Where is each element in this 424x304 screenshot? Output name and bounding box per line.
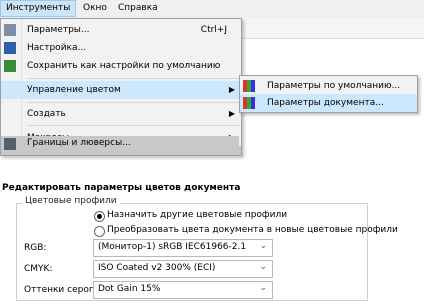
grayscale-profile-value: Dot Gain 15% — [98, 284, 161, 294]
radio-convert-colors[interactable] — [94, 226, 105, 237]
menu-item-label: Границы и люверсы... — [27, 138, 131, 148]
radio-assign-profiles[interactable] — [94, 211, 105, 222]
menubar: Инструменты Окно Справка — [0, 0, 424, 19]
grommets-icon — [4, 138, 16, 150]
menu-tools-label: Инструменты — [6, 3, 71, 13]
menu-item-label: Управление цветом — [27, 85, 121, 95]
submenu-item-default-settings[interactable]: Параметры по умолчанию... — [240, 77, 417, 95]
menu-separator — [27, 78, 239, 79]
shortcut-label: Ctrl+J — [200, 25, 227, 35]
color-management-submenu: Параметры по умолчанию... Параметры доку… — [239, 75, 418, 113]
radio-assign-label: Назначить другие цветовые профили — [107, 210, 288, 220]
rgb-label: RGB: — [24, 243, 47, 253]
menu-item-label: Параметры... — [27, 25, 90, 35]
menu-item-label: Сохранить как настройки по умолчанию — [27, 61, 221, 71]
menu-item-label: Создать — [27, 109, 66, 119]
options-icon — [4, 24, 16, 36]
menu-window[interactable]: Окно — [78, 0, 112, 17]
menu-item-customize[interactable]: Настройка... — [1, 39, 241, 57]
rgb-profile-select[interactable]: (Монитор-1) sRGB IEC61966-2.1 ⌄ — [93, 239, 273, 257]
rgb-profile-value: (Монитор-1) sRGB IEC61966-2.1 — [98, 242, 247, 252]
menu-item-label: Настройка... — [27, 43, 87, 53]
menu-item-create[interactable]: Создать ▶ — [1, 105, 241, 123]
customize-icon — [4, 42, 16, 54]
submenu-item-label: Параметры по умолчанию... — [267, 81, 401, 91]
menu-help[interactable]: Справка — [113, 0, 163, 17]
grayscale-profile-select[interactable]: Dot Gain 15% ⌄ — [93, 281, 273, 299]
group-label: Цветовые профили — [22, 196, 120, 206]
menu-item-save-defaults[interactable]: Сохранить как настройки по умолчанию — [1, 57, 241, 75]
menu-tools[interactable]: Инструменты — [0, 0, 77, 17]
radio-convert-label: Преобразовать цвета документа в новые цв… — [107, 225, 398, 235]
chevron-down-icon: ⌄ — [259, 241, 267, 251]
grayscale-label: Оттенки серого: — [24, 285, 103, 295]
palette-icon — [243, 80, 255, 92]
menu-item-color-management[interactable]: Управление цветом ▶ — [1, 81, 241, 99]
menu-separator — [27, 102, 239, 103]
menu-item-grommets-row[interactable]: Границы и люверсы... — [1, 136, 239, 152]
menu-window-label: Окно — [83, 3, 107, 13]
submenu-item-label: Параметры документа... — [267, 98, 384, 108]
palette-icon — [243, 97, 255, 109]
menu-help-label: Справка — [118, 3, 158, 13]
submenu-item-document-settings[interactable]: Параметры документа... — [240, 94, 417, 112]
dialog-title: Редактировать параметры цветов документа — [2, 183, 241, 193]
menu-separator — [27, 125, 239, 126]
save-defaults-icon — [4, 60, 16, 72]
submenu-arrow-icon: ▶ — [228, 109, 235, 118]
cmyk-label: CMYK: — [24, 264, 53, 274]
cmyk-profile-select[interactable]: ISO Coated v2 300% (ECI) ⌄ — [93, 260, 273, 278]
chevron-down-icon: ⌄ — [259, 262, 267, 272]
submenu-arrow-icon: ▶ — [228, 85, 235, 94]
chevron-down-icon: ⌄ — [259, 283, 267, 293]
menu-item-options[interactable]: Параметры... Ctrl+J — [1, 21, 241, 39]
cmyk-profile-value: ISO Coated v2 300% (ECI) — [98, 263, 216, 273]
